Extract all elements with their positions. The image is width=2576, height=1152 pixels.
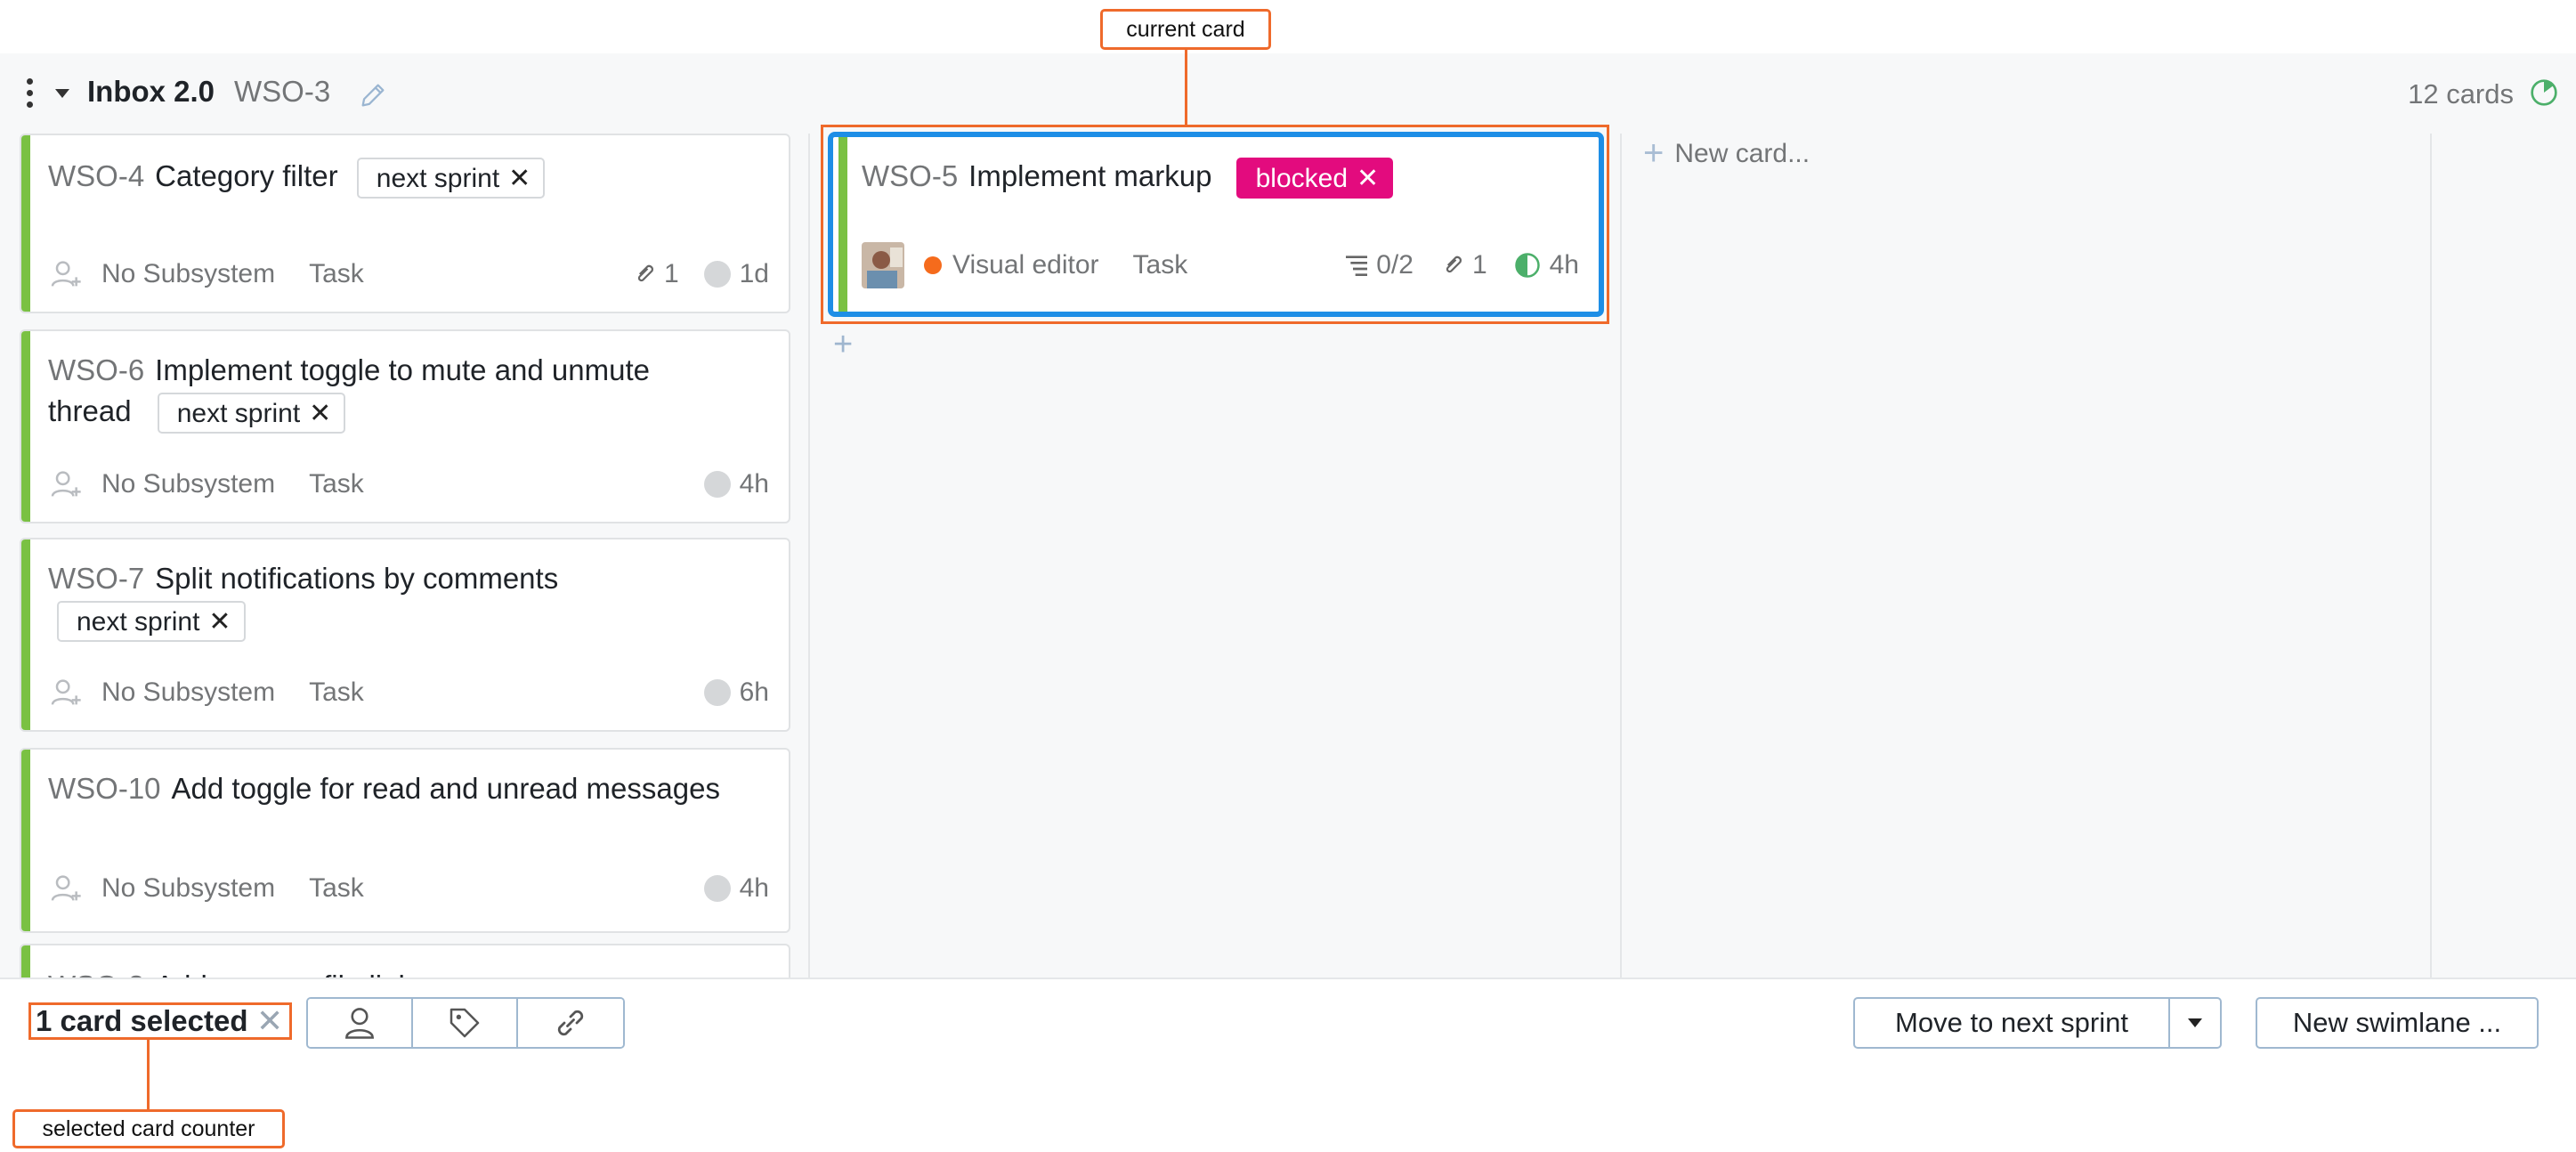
card-estimate: 4h [739, 873, 769, 903]
new-card-button[interactable]: + New card... [1643, 134, 1810, 174]
card-color-accent [21, 945, 30, 978]
progress-circle-icon [2531, 79, 2557, 106]
clear-selection-icon[interactable]: ✕ [256, 1002, 283, 1040]
attachment-count: 1 [663, 259, 679, 288]
tag-label: next sprint [176, 398, 301, 428]
card-type[interactable]: Task [309, 873, 364, 904]
estimate-icon [703, 875, 731, 902]
card-summary: Split notifications by comments [155, 562, 559, 595]
estimate-icon [703, 471, 731, 498]
callout-connector [1185, 48, 1187, 126]
move-to-next-sprint-button[interactable]: Move to next sprint [1853, 997, 2170, 1049]
card-color-accent [21, 539, 30, 730]
card-id[interactable]: WSO-4 [48, 159, 144, 192]
estimate-icon [703, 679, 731, 706]
card-type[interactable]: Task [309, 259, 364, 289]
assign-user-icon[interactable] [48, 675, 84, 710]
card-wso-7[interactable]: WSO-7 Split notifications by comments nex… [20, 538, 790, 732]
card-title: WSO-10 Add toggle for read and unread mes… [48, 767, 720, 809]
card-estimate: 4h [739, 469, 769, 499]
assign-button[interactable] [308, 999, 413, 1047]
card-type[interactable]: Task [309, 469, 364, 499]
card-color-accent [21, 135, 30, 312]
current-card-highlight-frame [821, 125, 1609, 324]
tag-button[interactable] [413, 999, 518, 1047]
card-estimate: 1d [739, 259, 769, 288]
column-divider [808, 134, 810, 978]
card-wso-6[interactable]: WSO-6 Implement toggle to mute and unmute… [20, 329, 790, 523]
selected-card-counter: 1 card selected [36, 1004, 248, 1037]
tag-label: next sprint [77, 606, 200, 637]
chevron-down-icon [2188, 1018, 2202, 1027]
remove-tag-icon[interactable]: ✕ [508, 158, 531, 199]
card-subsystem[interactable]: No Subsystem [101, 259, 275, 289]
card-id[interactable]: WSO-7 [48, 562, 144, 595]
user-icon [345, 1008, 374, 1039]
card-wso-4[interactable]: WSO-4 Category filter next sprint ✕ No Sub… [20, 134, 790, 313]
card-subsystem[interactable]: No Subsystem [101, 677, 275, 708]
card-id[interactable]: WSO-6 [48, 353, 144, 386]
card-subsystem[interactable]: No Subsystem [101, 873, 275, 904]
card-id[interactable]: WSO-8 [48, 969, 144, 978]
new-swimlane-button[interactable]: New swimlane ... [2256, 997, 2539, 1049]
add-card-plus-icon[interactable]: + [833, 326, 853, 364]
collapse-caret-icon[interactable] [55, 89, 69, 98]
column-divider [2430, 134, 2432, 978]
assign-user-icon[interactable] [48, 871, 84, 906]
link-button[interactable] [518, 999, 623, 1047]
assign-user-icon[interactable] [48, 466, 84, 502]
card-wso-10[interactable]: WSO-10 Add toggle for read and unread mes… [20, 748, 790, 933]
swimlane-title[interactable]: Inbox 2.0 [87, 75, 215, 109]
edit-pencil-icon[interactable] [358, 80, 388, 110]
card-estimate: 6h [739, 677, 769, 707]
tag-icon [450, 1008, 480, 1038]
remove-tag-icon[interactable]: ✕ [309, 393, 331, 434]
card-summary: Add user profile link [155, 969, 413, 978]
tag-next-sprint[interactable]: next sprint ✕ [57, 601, 246, 643]
card-title: WSO-4 Category filter next sprint ✕ [48, 155, 546, 199]
card-subsystem[interactable]: No Subsystem [101, 469, 275, 499]
callout-selected-counter: selected card counter [12, 1109, 285, 1148]
card-summary: Implement toggle to mute and unmute [155, 353, 650, 386]
card-title: WSO-7 Split notifications by comments [48, 557, 558, 599]
card-color-accent [21, 331, 30, 522]
tag-label: next sprint [376, 163, 500, 193]
card-tag-row: next sprint ✕ [57, 598, 246, 643]
callout-current-card: current card [1100, 9, 1271, 50]
plus-icon: + [1643, 134, 1665, 173]
swimlane-menu-icon[interactable] [23, 78, 36, 110]
attachment-icon [637, 264, 653, 282]
card-color-accent [21, 750, 30, 931]
link-icon [557, 1010, 584, 1036]
swimlane-card-count: 12 cards [2408, 78, 2514, 110]
tag-next-sprint[interactable]: next sprint ✕ [356, 158, 546, 199]
card-summary: Add toggle for read and unread messages [171, 772, 720, 805]
card-title: WSO-6 Implement toggle to mute and unmute [48, 349, 650, 391]
card-title: WSO-8 Add user profile link [48, 965, 413, 978]
move-dropdown-button[interactable] [2168, 997, 2222, 1049]
card-summary-continued: thread [48, 394, 132, 427]
card-type[interactable]: Task [309, 677, 364, 708]
card-summary: Category filter [155, 159, 338, 192]
callout-connector [147, 1040, 150, 1111]
assign-user-icon[interactable] [48, 256, 84, 292]
card-id[interactable]: WSO-10 [48, 772, 161, 805]
swimlane-id[interactable]: WSO-3 [234, 75, 330, 109]
card-wso-8[interactable]: WSO-8 Add user profile link [20, 944, 790, 978]
column-divider [1620, 134, 1622, 978]
new-card-label: New card... [1674, 138, 1810, 168]
remove-tag-icon[interactable]: ✕ [208, 601, 231, 643]
bulk-action-buttons [306, 997, 625, 1049]
card-title-line2: thread next sprint ✕ [48, 390, 346, 434]
tag-next-sprint[interactable]: next sprint ✕ [157, 393, 346, 434]
estimate-icon [703, 261, 731, 288]
